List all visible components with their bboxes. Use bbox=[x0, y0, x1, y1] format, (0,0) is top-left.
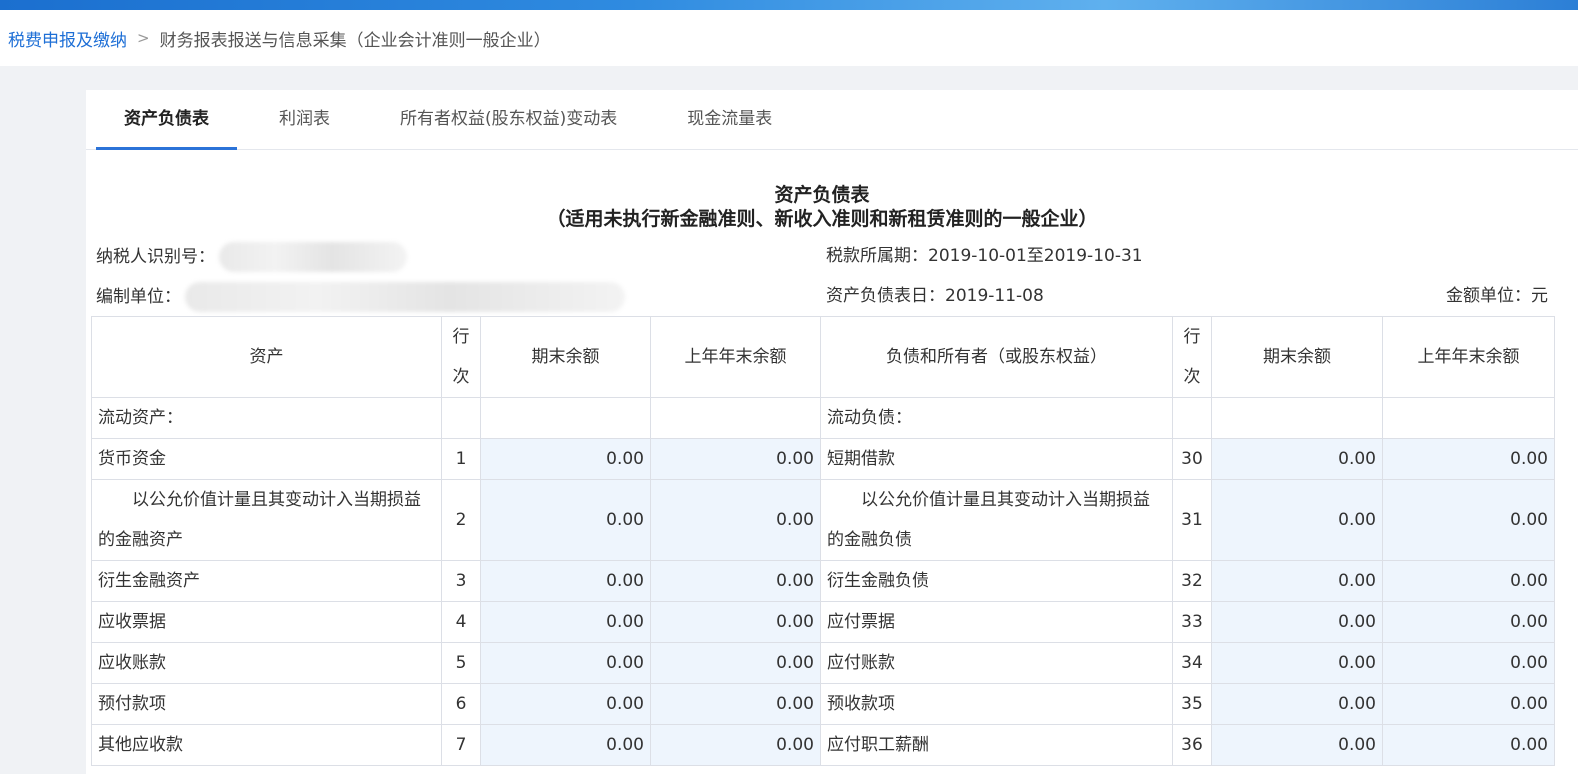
liab-row-no: 31 bbox=[1172, 479, 1212, 561]
liab-prev-balance-input[interactable]: 0.00 bbox=[1382, 560, 1555, 602]
liab-row-no: 32 bbox=[1172, 560, 1212, 602]
table-row: 其他应收款 7 0.00 0.00 应付职工薪酬 36 0.00 0.00 bbox=[91, 724, 1555, 766]
liab-end-balance-input[interactable]: 0.00 bbox=[1211, 724, 1383, 766]
taxpayer-id-label: 纳税人识别号： bbox=[96, 247, 215, 267]
asset-row-no: 2 bbox=[441, 479, 481, 561]
liab-row-no: 33 bbox=[1172, 601, 1212, 643]
asset-row-no: 6 bbox=[441, 683, 481, 725]
table-row: 应收票据 4 0.00 0.00 应付票据 33 0.00 0.00 bbox=[91, 601, 1555, 643]
asset-row-no: 1 bbox=[441, 438, 481, 480]
liab-name: 应付票据 bbox=[820, 601, 1173, 643]
table-row: 货币资金 1 0.00 0.00 短期借款 30 0.00 0.00 bbox=[91, 438, 1555, 480]
header-row-no: 行次 bbox=[1172, 316, 1212, 398]
table-row: 衍生金融资产 3 0.00 0.00 衍生金融负债 32 0.00 0.00 bbox=[91, 560, 1555, 602]
liab-end-balance-input[interactable]: 0.00 bbox=[1211, 601, 1383, 643]
asset-prev-balance-input[interactable]: 0.00 bbox=[650, 560, 821, 602]
liab-row-no: 36 bbox=[1172, 724, 1212, 766]
tab-income-statement[interactable]: 利润表 bbox=[251, 90, 358, 149]
asset-row-no: 4 bbox=[441, 601, 481, 643]
liab-prev-balance-input[interactable]: 0.00 bbox=[1382, 601, 1555, 643]
asset-prev-balance-input[interactable]: 0.00 bbox=[650, 479, 821, 561]
liab-end-balance-input[interactable]: 0.00 bbox=[1211, 642, 1383, 684]
header-prev-year-end: 上年年末余额 bbox=[1382, 316, 1555, 398]
section-current-liabilities: 流动负债： bbox=[820, 397, 1173, 439]
report-subtitle: （适用未执行新金融准则、新收入准则和新租赁准则的一般企业） bbox=[546, 208, 1098, 230]
liab-prev-balance-input[interactable]: 0.00 bbox=[1382, 683, 1555, 725]
asset-end-balance-input[interactable]: 0.00 bbox=[480, 601, 651, 643]
header-row-no: 行次 bbox=[441, 316, 481, 398]
asset-row-no: 5 bbox=[441, 642, 481, 684]
liab-name: 应付账款 bbox=[820, 642, 1173, 684]
liab-prev-balance-input[interactable]: 0.00 bbox=[1382, 642, 1555, 684]
asset-row-no: 3 bbox=[441, 560, 481, 602]
asset-prev-balance-input[interactable]: 0.00 bbox=[650, 438, 821, 480]
liab-name: 预收款项 bbox=[820, 683, 1173, 725]
balance-sheet-table: 资产 行次 期末余额 上年年末余额 负债和所有者（或股东权益） 行次 期末余额 … bbox=[91, 316, 1555, 766]
liab-end-balance-input[interactable]: 0.00 bbox=[1211, 560, 1383, 602]
asset-row-no: 7 bbox=[441, 724, 481, 766]
report-panel: 资产负债表 利润表 所有者权益(股东权益)变动表 现金流量表 资产负债表 （适用… bbox=[86, 90, 1578, 774]
liab-name: 短期借款 bbox=[820, 438, 1173, 480]
org-name-redacted bbox=[185, 282, 625, 312]
liab-end-balance-input[interactable]: 0.00 bbox=[1211, 438, 1383, 480]
section-current-assets: 流动资产： bbox=[91, 397, 442, 439]
info-row-1: 纳税人识别号： 税款所属期：2019-10-01至2019-10-31 bbox=[96, 242, 1548, 272]
breadcrumb-current: 财务报表报送与信息采集（企业会计准则一般企业） bbox=[159, 30, 551, 51]
asset-name: 货币资金 bbox=[91, 438, 442, 480]
asset-end-balance-input[interactable]: 0.00 bbox=[480, 642, 651, 684]
liab-row-no: 30 bbox=[1172, 438, 1212, 480]
asset-end-balance-input[interactable]: 0.00 bbox=[480, 683, 651, 725]
liab-prev-balance-input[interactable]: 0.00 bbox=[1382, 479, 1555, 561]
asset-prev-balance-input[interactable]: 0.00 bbox=[650, 683, 821, 725]
liab-row-no: 35 bbox=[1172, 683, 1212, 725]
breadcrumb-home-link[interactable]: 税费申报及缴纳 bbox=[8, 26, 127, 51]
breadcrumb: 税费申报及缴纳 > 财务报表报送与信息采集（企业会计准则一般企业） bbox=[0, 10, 1578, 66]
asset-prev-balance-input[interactable]: 0.00 bbox=[650, 642, 821, 684]
liab-row-no: 34 bbox=[1172, 642, 1212, 684]
table-row: 预付款项 6 0.00 0.00 预收款项 35 0.00 0.00 bbox=[91, 683, 1555, 725]
breadcrumb-separator: > bbox=[137, 29, 150, 47]
asset-end-balance-input[interactable]: 0.00 bbox=[480, 724, 651, 766]
org-label: 编制单位： bbox=[96, 287, 181, 307]
top-banner bbox=[0, 0, 1578, 10]
asset-end-balance-input[interactable]: 0.00 bbox=[480, 479, 651, 561]
report-tabs: 资产负债表 利润表 所有者权益(股东权益)变动表 现金流量表 bbox=[86, 90, 1578, 150]
asset-end-balance-input[interactable]: 0.00 bbox=[480, 438, 651, 480]
header-end-balance: 期末余额 bbox=[1211, 316, 1383, 398]
header-end-balance: 期末余额 bbox=[480, 316, 651, 398]
table-row-section: 流动资产： 流动负债： bbox=[91, 397, 1555, 439]
liab-end-balance-input[interactable]: 0.00 bbox=[1211, 479, 1383, 561]
liab-name: 应付职工薪酬 bbox=[820, 724, 1173, 766]
table-row: 以公允价值计量且其变动计入当期损益 的金融资产 2 0.00 0.00 以公允价值… bbox=[91, 479, 1555, 561]
asset-name: 衍生金融资产 bbox=[91, 560, 442, 602]
asset-end-balance-input[interactable]: 0.00 bbox=[480, 560, 651, 602]
table-row: 应收账款 5 0.00 0.00 应付账款 34 0.00 0.00 bbox=[91, 642, 1555, 684]
asset-name: 其他应收款 bbox=[91, 724, 442, 766]
taxpayer-id-redacted bbox=[219, 242, 407, 272]
tab-cash-flow[interactable]: 现金流量表 bbox=[659, 90, 800, 149]
tax-period: 税款所属期：2019-10-01至2019-10-31 bbox=[826, 246, 1143, 266]
asset-name: 应收票据 bbox=[91, 601, 442, 643]
liab-prev-balance-input[interactable]: 0.00 bbox=[1382, 724, 1555, 766]
liab-name: 以公允价值计量且其变动计入当期损益 的金融负债 bbox=[820, 479, 1173, 561]
header-asset: 资产 bbox=[91, 316, 442, 398]
liab-prev-balance-input[interactable]: 0.00 bbox=[1382, 438, 1555, 480]
sheet-date: 资产负债表日：2019-11-08 bbox=[826, 286, 1044, 306]
asset-name: 应收账款 bbox=[91, 642, 442, 684]
table-header-row: 资产 行次 期末余额 上年年末余额 负债和所有者（或股东权益） 行次 期末余额 … bbox=[91, 316, 1555, 398]
asset-name: 预付款项 bbox=[91, 683, 442, 725]
asset-prev-balance-input[interactable]: 0.00 bbox=[650, 601, 821, 643]
liab-end-balance-input[interactable]: 0.00 bbox=[1211, 683, 1383, 725]
tab-equity-changes[interactable]: 所有者权益(股东权益)变动表 bbox=[372, 90, 645, 149]
info-row-2: 编制单位： 资产负债表日：2019-11-08 金额单位：元 bbox=[96, 282, 1548, 312]
asset-prev-balance-input[interactable]: 0.00 bbox=[650, 724, 821, 766]
liab-name: 衍生金融负债 bbox=[820, 560, 1173, 602]
tab-balance-sheet[interactable]: 资产负债表 bbox=[96, 90, 237, 150]
header-prev-year-end: 上年年末余额 bbox=[650, 316, 821, 398]
header-liabilities: 负债和所有者（或股东权益） bbox=[820, 316, 1173, 398]
amount-unit: 金额单位：元 bbox=[1446, 286, 1548, 306]
asset-name: 以公允价值计量且其变动计入当期损益 的金融资产 bbox=[91, 479, 442, 561]
